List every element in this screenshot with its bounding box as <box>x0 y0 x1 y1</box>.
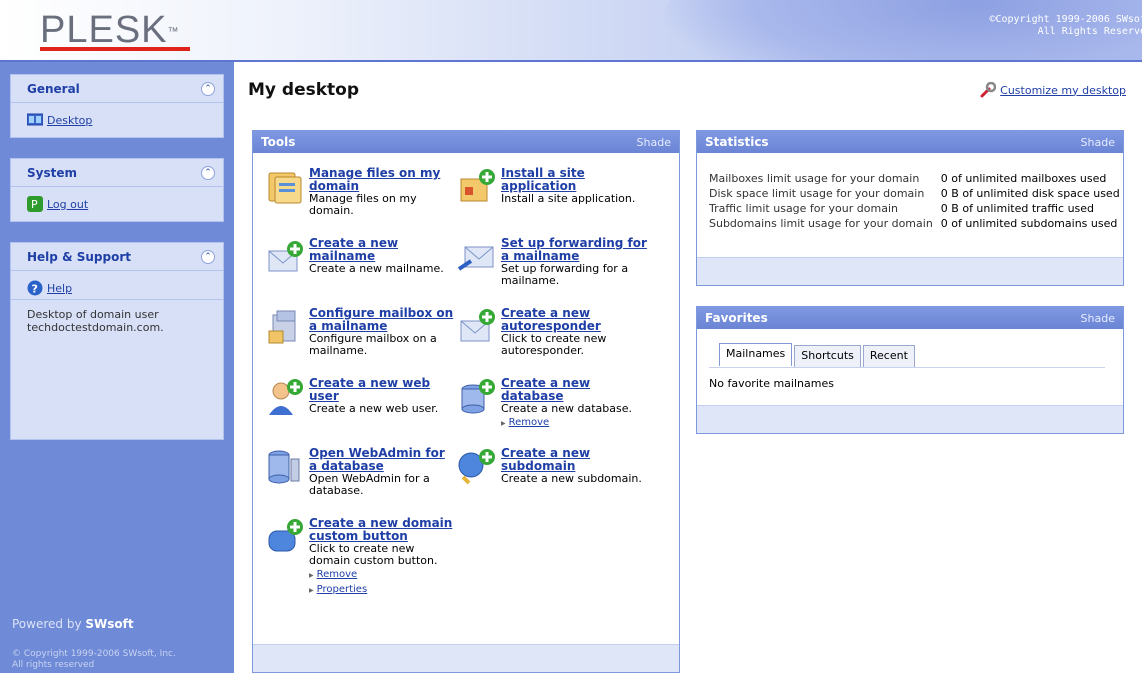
sidebar-block-general: General ⌃ Desktop <box>10 74 224 138</box>
tab-divider <box>709 367 1105 368</box>
wrench-icon <box>980 82 997 98</box>
tool-autoresponder[interactable]: Create a new autoresponder Click to creat… <box>457 307 647 357</box>
tools-title: Tools <box>261 135 296 149</box>
sidebar-block-help: Help & Support ⌃ ? Help Desktop of domai… <box>10 242 224 440</box>
tab-recent[interactable]: Recent <box>862 345 915 368</box>
sidebar-item-help[interactable]: ? Help <box>11 271 223 299</box>
tool-webadmin[interactable]: Open WebAdmin for a database Open WebAdmi… <box>265 447 455 497</box>
custom-button-icon <box>268 519 303 552</box>
favorites-tabs: Mailnames Shortcuts Recent <box>719 343 917 368</box>
favorites-panel-footer <box>697 405 1123 433</box>
tool-new-mailname[interactable]: Create a new mailname Create a new mailna… <box>265 237 455 277</box>
tool-manage-files[interactable]: Manage files on my domain Manage files on… <box>265 167 455 217</box>
sidebar-link-desktop[interactable]: Desktop <box>47 114 92 127</box>
sidebar-header-general[interactable]: General ⌃ <box>11 75 223 103</box>
tool-install-site-app[interactable]: Install a site application Install a site… <box>457 167 647 207</box>
svg-text:P: P <box>31 198 38 211</box>
favorites-panel-header: Favorites Shade <box>697 307 1123 329</box>
header-copyright: ©Copyright 1999-2006 SWsoft All Rights R… <box>989 14 1142 37</box>
statistics-table: Mailboxes limit usage for your domain 0 o… <box>709 171 1128 231</box>
svg-text:?: ? <box>32 283 38 296</box>
desktop-icon <box>27 113 43 126</box>
sidebar-description: Desktop of domain user techdoctestdomain… <box>11 299 223 342</box>
page-title: My desktop <box>248 80 360 100</box>
table-row: Traffic limit usage for your domain 0 B o… <box>709 202 1095 215</box>
tool-forwarding[interactable]: Set up forwarding for a mailname Set up f… <box>457 237 647 287</box>
statistics-panel-header: Statistics Shade <box>697 131 1123 153</box>
new-mailname-icon <box>268 241 303 272</box>
site-app-icon <box>460 169 495 202</box>
subdomain-icon <box>458 449 495 485</box>
tools-panel: Tools Shade Manage files on my domain Man… <box>252 130 680 673</box>
footer-copyright: © Copyright 1999-2006 SWsoft, Inc. All r… <box>12 649 176 670</box>
tool-custom-button[interactable]: Create a new domain custom button Click t… <box>265 517 455 597</box>
collapse-icon[interactable]: ⌃ <box>201 81 215 96</box>
favorites-title: Favorites <box>705 311 768 325</box>
sidebar-title-general: General <box>27 81 80 96</box>
statistics-shade-button[interactable]: Shade <box>1081 136 1115 149</box>
sidebar-block-system: System ⌃ P Log out <box>10 158 224 222</box>
powered-by: Powered by SWsoft <box>12 617 134 631</box>
sidebar-item-desktop[interactable]: Desktop <box>11 103 223 131</box>
tools-shade-button[interactable]: Shade <box>637 136 671 149</box>
sidebar-title-system: System <box>27 165 77 180</box>
webadmin-icon <box>268 450 300 484</box>
swsoft-logo: SWsoft <box>85 617 134 631</box>
table-row: Mailboxes limit usage for your domain 0 o… <box>709 172 1107 185</box>
logout-icon: P <box>27 196 43 212</box>
tab-mailnames[interactable]: Mailnames <box>719 343 793 366</box>
collapse-icon[interactable]: ⌃ <box>201 165 215 180</box>
statistics-panel-footer <box>697 257 1123 285</box>
files-icon <box>268 172 302 204</box>
favorites-empty-text: No favorite mailnames <box>709 377 834 390</box>
customize-desktop-label[interactable]: Customize my desktop <box>1000 84 1126 97</box>
tool-configure-mailbox[interactable]: Configure mailbox on a mailname Configure… <box>265 307 455 357</box>
table-row: Disk space limit usage for your domain 0 … <box>709 187 1120 200</box>
sidebar-header-system[interactable]: System ⌃ <box>11 159 223 187</box>
table-row: Subdomains limit usage for your domain 0 … <box>709 217 1118 230</box>
forwarding-icon <box>457 246 494 271</box>
properties-link[interactable]: Properties <box>309 584 455 597</box>
sidebar-item-logout[interactable]: P Log out <box>11 187 223 215</box>
tool-web-user[interactable]: Create a new web user Create a new web us… <box>265 377 455 417</box>
sidebar: General ⌃ Desktop System ⌃ P Log out Hel… <box>0 62 234 673</box>
customize-desktop-link[interactable]: Customize my desktop <box>980 82 1126 98</box>
sidebar-link-logout[interactable]: Log out <box>47 198 88 211</box>
database-icon <box>461 379 495 414</box>
favorites-panel: Favorites Shade Mailnames Shortcuts Rece… <box>696 306 1124 434</box>
remove-link[interactable]: Remove <box>309 569 455 582</box>
tool-new-subdomain[interactable]: Create a new subdomain Create a new subdo… <box>457 447 647 487</box>
sidebar-header-help[interactable]: Help & Support ⌃ <box>11 243 223 271</box>
autoresponder-icon <box>460 309 495 342</box>
tools-panel-header: Tools Shade <box>253 131 679 153</box>
mailbox-icon <box>268 310 296 344</box>
sidebar-title-help: Help & Support <box>27 249 131 264</box>
header: PLESK™ ©Copyright 1999-2006 SWsoft All R… <box>0 0 1142 60</box>
tool-new-database[interactable]: Create a new database Create a new databa… <box>457 377 647 430</box>
sidebar-link-help[interactable]: Help <box>47 282 72 295</box>
logo-underline <box>40 47 190 51</box>
tab-shortcuts[interactable]: Shortcuts <box>794 345 861 368</box>
favorites-shade-button[interactable]: Shade <box>1081 312 1115 325</box>
remove-link[interactable]: Remove <box>501 417 647 430</box>
collapse-icon[interactable]: ⌃ <box>201 249 215 264</box>
help-icon: ? <box>27 280 43 296</box>
statistics-title: Statistics <box>705 135 769 149</box>
plesk-logo: PLESK™ <box>40 9 180 51</box>
statistics-panel: Statistics Shade Mailboxes limit usage f… <box>696 130 1124 286</box>
tools-panel-footer <box>253 644 679 672</box>
web-user-icon <box>269 379 303 415</box>
